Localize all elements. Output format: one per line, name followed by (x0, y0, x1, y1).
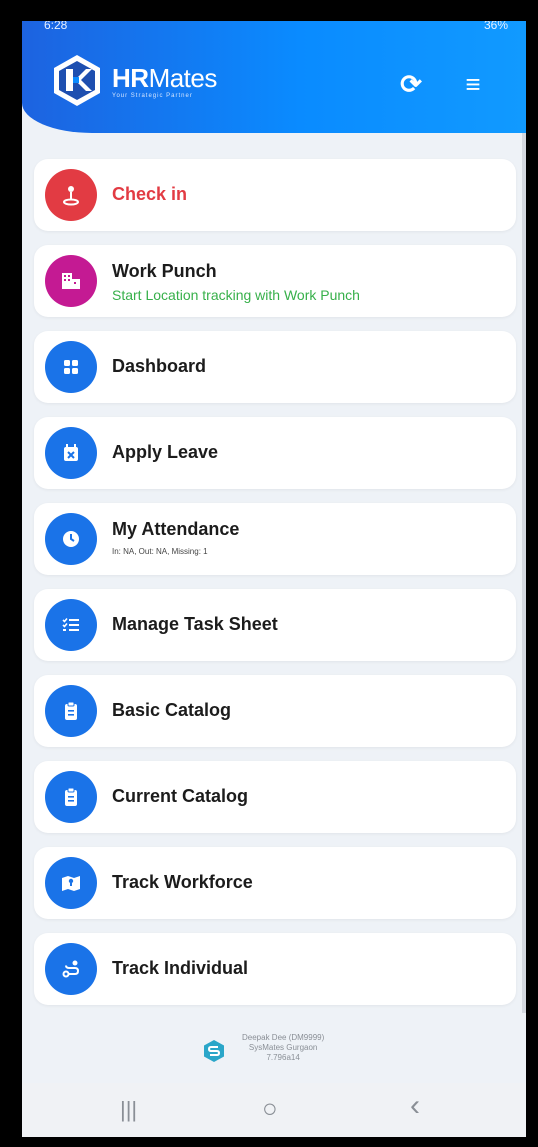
refresh-icon: ⟳ (400, 69, 422, 99)
system-nav-bar: ||| ○ ‹ (22, 1083, 526, 1137)
checklist-icon (45, 599, 97, 651)
building-icon (45, 255, 97, 307)
menu-item-label: Current Catalog (112, 786, 249, 806)
sysmates-logo-icon (204, 1040, 224, 1062)
menu-item-label: Check in (112, 184, 188, 204)
home-button[interactable]: ○ (262, 1093, 278, 1124)
refresh-button[interactable]: ⟳ (396, 69, 426, 99)
menu-button[interactable]: ≡ (458, 69, 488, 99)
clipboard-icon (45, 771, 97, 823)
menu-item-label: Work Punch (112, 261, 217, 281)
menu-item-track-individual[interactable]: Track Individual (34, 933, 516, 1005)
route-icon (45, 943, 97, 995)
footer-info: Deepak Dee (DM9999) SysMates Gurgaon 7.7… (202, 1033, 402, 1077)
menu-item-label: My Attendance (112, 519, 240, 539)
menu-item-label: Apply Leave (112, 442, 219, 462)
footer-user: Deepak Dee (DM9999) (242, 1033, 325, 1042)
person-pin-icon (45, 169, 97, 221)
footer-org: SysMates Gurgaon (248, 1043, 318, 1052)
brand-rest: Mates (148, 63, 218, 93)
calendar-icon (45, 427, 97, 479)
app-screen: 6:28 36% HRMates Your Strategic Partner … (22, 21, 526, 1137)
hrmates-logo-icon (54, 55, 100, 106)
back-button[interactable]: ‹ (410, 1089, 420, 1123)
menu-item-dashboard[interactable]: Dashboard (34, 331, 516, 403)
brand-bold: HR (112, 63, 149, 93)
recents-button[interactable]: ||| (120, 1097, 137, 1123)
menu-item-apply-leave[interactable]: Apply Leave (34, 417, 516, 489)
menu-item-work-punch[interactable]: Work Punch Start Location tracking with … (34, 245, 516, 317)
clipboard-icon (45, 685, 97, 737)
menu-item-my-attendance[interactable]: My Attendance In: NA, Out: NA, Missing: … (34, 503, 516, 575)
menu-item-current-catalog[interactable]: Current Catalog (34, 761, 516, 833)
footer-text: Deepak Dee (DM9999) SysMates Gurgaon 7.7… (242, 1033, 324, 1063)
clock-icon (45, 513, 97, 565)
menu-item-check-in[interactable]: Check in (34, 159, 516, 231)
menu-item-label: Track Individual (112, 958, 249, 978)
menu-item-label: Manage Task Sheet (112, 614, 278, 634)
status-time: 6:28 (44, 21, 68, 32)
scrollbar[interactable] (522, 133, 526, 1013)
app-header: 6:28 36% HRMates Your Strategic Partner … (22, 21, 526, 133)
status-bar: 6:28 36% (22, 21, 526, 35)
brand-tagline: Your Strategic Partner (112, 93, 193, 99)
brand: HRMates Your Strategic Partner (112, 65, 217, 99)
footer-version: 7.796a14 (266, 1053, 300, 1062)
hamburger-icon: ≡ (465, 69, 481, 99)
map-icon (45, 857, 97, 909)
menu-item-subtitle: Start Location tracking with Work Punch (112, 287, 360, 303)
status-battery: 36% (483, 21, 508, 32)
menu-item-basic-catalog[interactable]: Basic Catalog (34, 675, 516, 747)
menu-item-label: Track Workforce (112, 872, 253, 892)
menu-item-label: Basic Catalog (112, 700, 232, 720)
menu-item-track-workforce[interactable]: Track Workforce (34, 847, 516, 919)
menu-item-subtitle: In: NA, Out: NA, Missing: 1 (112, 547, 208, 556)
grid-icon (45, 341, 97, 393)
menu-item-manage-task-sheet[interactable]: Manage Task Sheet (34, 589, 516, 661)
menu-item-label: Dashboard (112, 356, 207, 376)
